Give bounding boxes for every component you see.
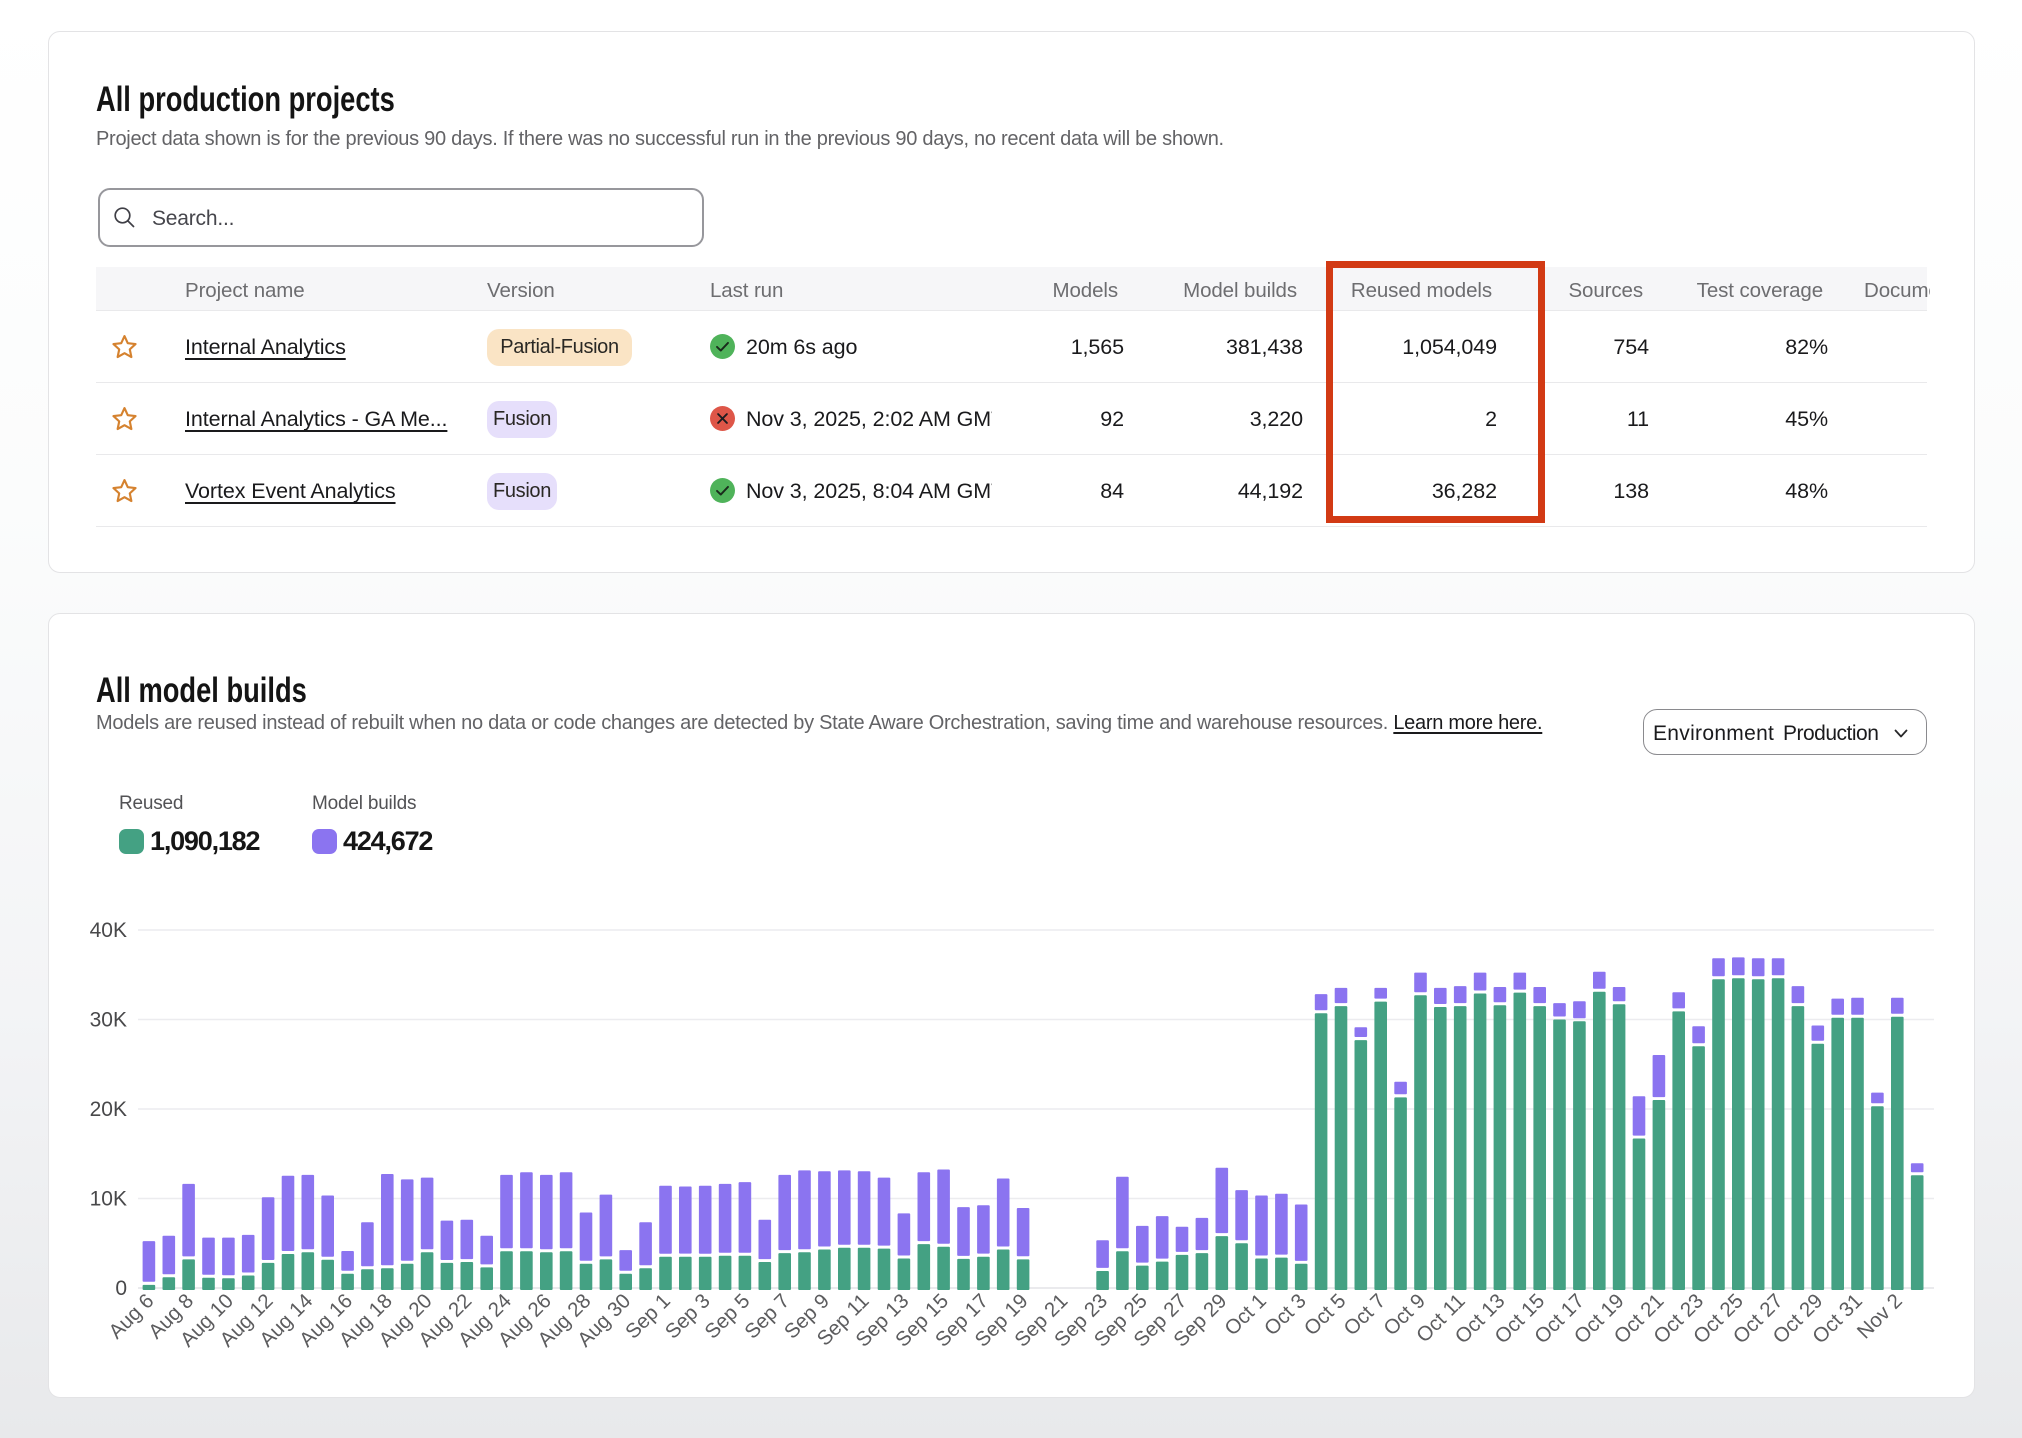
svg-text:40K: 40K — [90, 919, 127, 942]
svg-text:30K: 30K — [90, 1009, 127, 1032]
svg-text:Sep 1: Sep 1 — [621, 1289, 675, 1343]
svg-text:Sep 5: Sep 5 — [700, 1289, 754, 1343]
svg-text:Nov 2: Nov 2 — [1853, 1289, 1907, 1343]
svg-text:Aug 6: Aug 6 — [104, 1289, 158, 1343]
svg-text:0: 0 — [115, 1277, 127, 1300]
svg-text:10K: 10K — [90, 1188, 127, 1211]
svg-text:Oct 3: Oct 3 — [1260, 1289, 1311, 1340]
svg-text:Oct 7: Oct 7 — [1339, 1289, 1390, 1340]
svg-text:Oct 1: Oct 1 — [1220, 1289, 1271, 1340]
svg-text:Sep 7: Sep 7 — [740, 1289, 794, 1343]
svg-text:Sep 3: Sep 3 — [661, 1289, 715, 1343]
svg-text:20K: 20K — [90, 1098, 127, 1121]
svg-text:Oct 5: Oct 5 — [1300, 1289, 1351, 1340]
